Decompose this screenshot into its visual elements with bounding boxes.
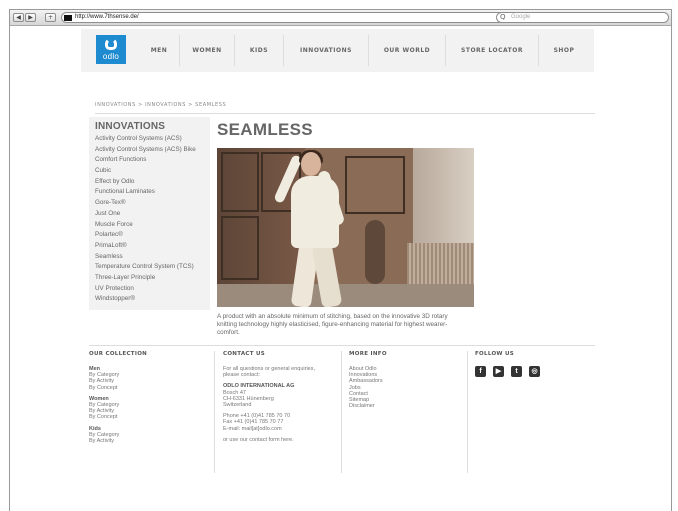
twitter-icon[interactable]: t [511,366,522,377]
image-wall-panel [221,216,259,280]
footer-column-divider [341,351,342,473]
image-floor [217,284,474,307]
image-wall-panel [221,152,259,212]
sidebar-item[interactable]: Temperature Control System (TCS) [95,262,196,273]
sidebar-list: Activity Control Systems (ACS) Activity … [95,134,196,305]
odlo-logo[interactable]: odlo [96,35,126,64]
plus-icon: + [47,14,54,21]
forward-button[interactable]: ▶ [25,13,36,22]
menu-innovations[interactable]: INNOVATIONS [284,29,368,72]
search-input[interactable]: Q Google [496,12,669,23]
social-icons: f ▶ t ◎ [475,366,595,377]
footer-divider [89,345,595,346]
footer-follow-us: FOLLOW US f ▶ t ◎ [475,351,595,377]
footer-contact: CONTACT US For all questions or general … [223,351,343,443]
browser-toolbar: ◀ ▶ + http://www.7thsense.de/ C Q Google [10,10,671,26]
sidebar-item[interactable]: Activity Control Systems (ACS) Bike [95,145,196,156]
breadcrumb[interactable]: INNOVATIONS > INNOVATIONS > SEAMLESS [95,102,226,108]
menu-shop[interactable]: SHOP [539,29,589,72]
menu-our-world[interactable]: OUR WORLD [369,29,445,72]
footer-link[interactable]: Disclaimer [349,403,469,409]
sidebar-item[interactable]: Muscle Force [95,220,196,231]
sidebar-item[interactable]: UV Protection [95,284,196,295]
search-icon: Q [500,13,506,21]
back-icon: ◀ [16,14,21,21]
menu-men[interactable]: MEN [139,29,179,72]
forward-icon: ▶ [28,14,33,21]
page-title: SEAMLESS [217,120,313,139]
contact-form-link[interactable]: or use our contact form here. [223,437,343,443]
sidebar: INNOVATIONS Activity Control Systems (AC… [89,117,210,310]
facebook-icon[interactable]: f [475,366,486,377]
sidebar-item-seamless[interactable]: Seamless [95,252,196,263]
address-bar[interactable]: http://www.7thsense.de/ C [61,12,522,23]
sidebar-item[interactable]: Polartec® [95,230,196,241]
url-text: http://www.7thsense.de/ [75,14,139,20]
sidebar-item[interactable]: Effect by Odlo [95,177,196,188]
menu-women[interactable]: WOMEN [180,29,234,72]
search-placeholder: Google [511,14,531,20]
sidebar-item[interactable]: Functional Laminates [95,187,196,198]
sidebar-item[interactable]: Cubic [95,166,196,177]
sidebar-item[interactable]: Three-Layer Principle [95,273,196,284]
instagram-icon[interactable]: ◎ [529,366,540,377]
logo-text: odlo [102,52,120,61]
footer-more-info: MORE INFO About Odlo Innovations Ambassa… [349,351,469,409]
sidebar-item[interactable]: Gore-Tex® [95,198,196,209]
sidebar-item[interactable]: Windstopper® [95,294,196,305]
footer-heading: OUR COLLECTION [89,351,148,357]
footer-link[interactable]: By Activity [89,438,209,444]
sidebar-item[interactable]: Comfort Functions [95,155,196,166]
sidebar-item[interactable]: PrimaLoft® [95,241,196,252]
footer-heading: FOLLOW US [475,351,515,357]
image-wall-panel [345,156,405,214]
image-model-head [301,152,321,176]
image-shadow [365,220,385,284]
logo-symbol-icon [105,38,117,50]
breadcrumb-divider [95,113,595,114]
product-description: A product with an absolute minimum of st… [217,313,448,336]
sidebar-title[interactable]: INNOVATIONS [95,121,165,132]
sidebar-item[interactable]: Just One [95,209,196,220]
footer-collection: OUR COLLECTION Men By Category By Activi… [89,351,209,444]
menu-store-locator[interactable]: STORE LOCATOR [446,29,538,72]
site-header: odlo MEN WOMEN KIDS INNOVATIONS OUR WORL… [81,29,594,72]
menu-kids[interactable]: KIDS [235,29,283,72]
sidebar-item[interactable]: Activity Control Systems (ACS) [95,134,196,145]
footer-column-divider [214,351,215,473]
footer-heading: MORE INFO [349,351,387,357]
youtube-icon[interactable]: ▶ [493,366,504,377]
footer-heading: CONTACT US [223,351,266,357]
hero-image [217,148,474,307]
footer-column-divider [467,351,468,473]
back-button[interactable]: ◀ [13,13,24,22]
favicon-icon [64,15,72,21]
add-bookmark-button[interactable]: + [45,13,56,22]
